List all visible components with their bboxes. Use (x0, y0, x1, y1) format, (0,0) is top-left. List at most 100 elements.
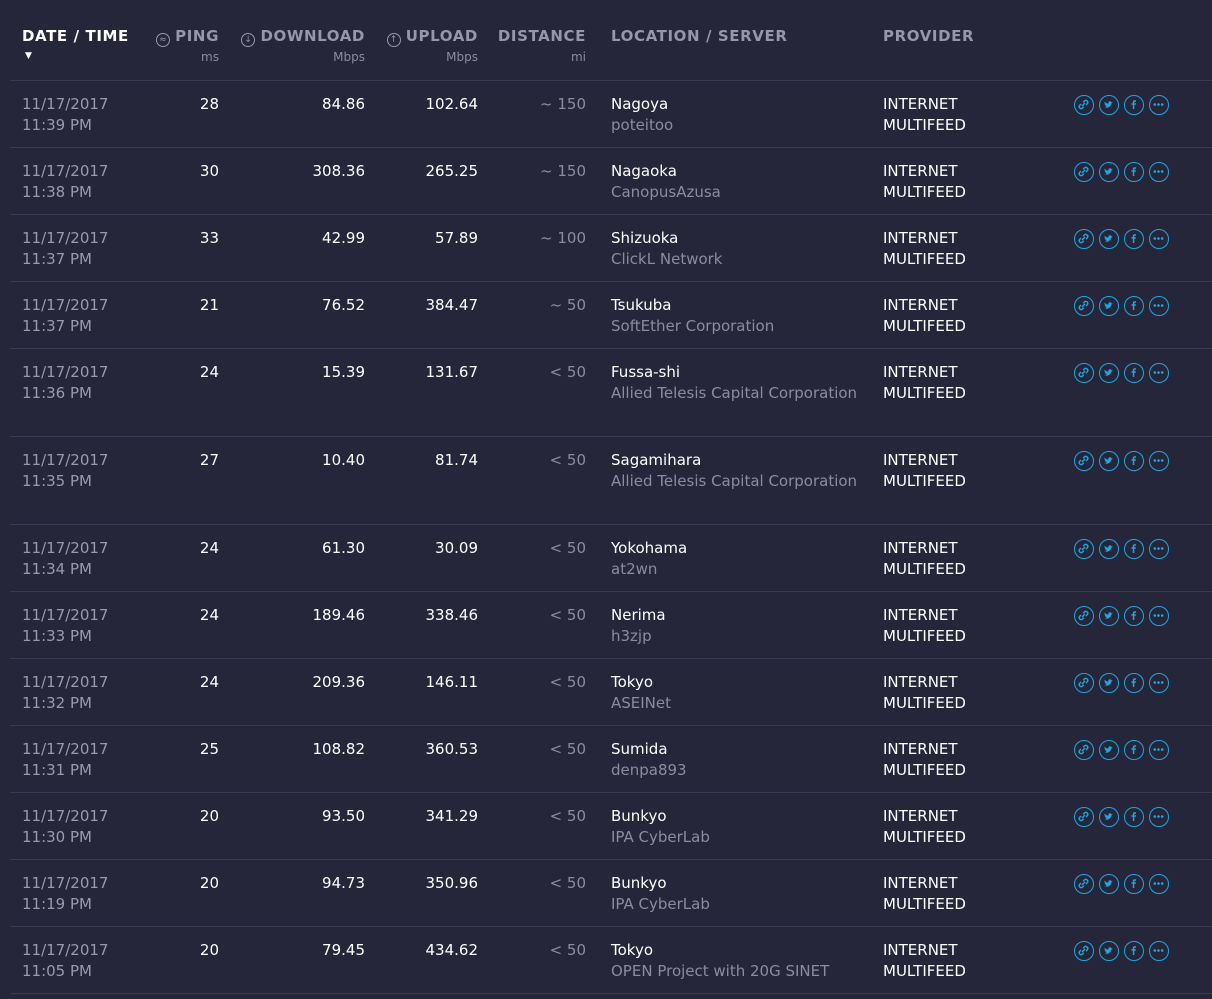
results-table-header: DATE / TIME ▼ ≈ PING ms ↓ DOWNLOAD Mbps ↑ U… (0, 0, 1212, 80)
distance-cell: < 50 (550, 672, 586, 693)
facebook-icon[interactable] (1124, 95, 1144, 115)
column-header-download[interactable]: ↓ DOWNLOAD (241, 27, 365, 47)
provider-cell: INTERNET MULTIFEED (883, 806, 1023, 848)
location-server: IPA CyberLab (611, 895, 710, 913)
more-icon[interactable] (1149, 941, 1169, 961)
twitter-icon[interactable] (1099, 807, 1119, 827)
provider-cell: INTERNET MULTIFEED (883, 450, 1023, 492)
location-city: Nagaoka (611, 162, 677, 180)
table-row[interactable]: 11/17/2017 11:05 PM 20 79.45 434.62 < 50 Tokyo… (0, 927, 1212, 994)
time-text: 11:39 PM (22, 116, 92, 134)
facebook-icon[interactable] (1124, 451, 1144, 471)
link-icon[interactable] (1074, 606, 1094, 626)
twitter-icon[interactable] (1099, 606, 1119, 626)
link-icon[interactable] (1074, 229, 1094, 249)
more-icon[interactable] (1149, 296, 1169, 316)
more-icon[interactable] (1149, 363, 1169, 383)
link-icon[interactable] (1074, 539, 1094, 559)
provider-cell: INTERNET MULTIFEED (883, 94, 1023, 136)
more-icon[interactable] (1149, 606, 1169, 626)
table-row[interactable]: 11/17/2017 11:33 PM 24 189.46 338.46 < 50 Neri… (0, 592, 1212, 659)
ping-cell: 25 (200, 739, 219, 760)
facebook-icon[interactable] (1124, 807, 1144, 827)
download-cell: 108.82 (313, 739, 366, 760)
twitter-icon[interactable] (1099, 95, 1119, 115)
column-header-upload[interactable]: ↑ UPLOAD (386, 27, 478, 47)
link-icon[interactable] (1074, 673, 1094, 693)
more-icon[interactable] (1149, 673, 1169, 693)
table-row[interactable]: 11/17/2017 11:35 PM 27 10.40 81.74 < 50 Sagami… (0, 437, 1212, 525)
facebook-icon[interactable] (1124, 296, 1144, 316)
link-icon[interactable] (1074, 941, 1094, 961)
more-icon[interactable] (1149, 162, 1169, 182)
time-text: 11:37 PM (22, 317, 92, 335)
table-row[interactable]: 11/17/2017 11:19 PM 20 94.73 350.96 < 50 Bunky… (0, 860, 1212, 927)
provider-line-2: MULTIFEED (883, 828, 966, 846)
link-icon[interactable] (1074, 740, 1094, 760)
facebook-icon[interactable] (1124, 162, 1144, 182)
link-icon[interactable] (1074, 363, 1094, 383)
twitter-icon[interactable] (1099, 874, 1119, 894)
table-row[interactable]: 11/17/2017 11:37 PM 33 42.99 57.89 ~ 100 Shizu… (0, 215, 1212, 282)
twitter-icon[interactable] (1099, 539, 1119, 559)
more-icon[interactable] (1149, 451, 1169, 471)
facebook-icon[interactable] (1124, 363, 1144, 383)
facebook-icon[interactable] (1124, 673, 1144, 693)
facebook-icon[interactable] (1124, 874, 1144, 894)
more-icon[interactable] (1149, 874, 1169, 894)
table-row[interactable]: 11/17/2017 11:34 PM 24 61.30 30.09 < 50 Yokoha… (0, 525, 1212, 592)
location-city: Bunkyo (611, 807, 667, 825)
link-icon[interactable] (1074, 162, 1094, 182)
table-row[interactable]: 11/17/2017 11:37 PM 21 76.52 384.47 ~ 50 Tsuku… (0, 282, 1212, 349)
facebook-icon[interactable] (1124, 539, 1144, 559)
link-icon[interactable] (1074, 874, 1094, 894)
table-row[interactable]: 11/17/2017 11:31 PM 25 108.82 360.53 < 50 Sumi… (0, 726, 1212, 793)
twitter-icon[interactable] (1099, 451, 1119, 471)
twitter-icon[interactable] (1099, 740, 1119, 760)
table-row[interactable]: 11/17/2017 11:32 PM 24 209.36 146.11 < 50 Toky… (0, 659, 1212, 726)
location-city: Nagoya (611, 95, 669, 113)
link-icon[interactable] (1074, 451, 1094, 471)
column-header-date-time[interactable]: DATE / TIME (22, 27, 129, 45)
twitter-icon[interactable] (1099, 162, 1119, 182)
column-header-distance[interactable]: DISTANCE (498, 27, 586, 45)
facebook-icon[interactable] (1124, 941, 1144, 961)
sort-descending-icon[interactable]: ▼ (25, 51, 32, 61)
twitter-icon[interactable] (1099, 229, 1119, 249)
location-cell: Sagamihara Allied Telesis Capital Corpora… (611, 450, 861, 492)
table-row[interactable]: 11/17/2017 11:39 PM 28 84.86 102.64 ~ 150 Nago… (0, 81, 1212, 148)
more-icon[interactable] (1149, 539, 1169, 559)
provider-line-2: MULTIFEED (883, 560, 966, 578)
ping-icon: ≈ (156, 33, 171, 47)
twitter-icon[interactable] (1099, 363, 1119, 383)
column-header-location[interactable]: LOCATION / SERVER (611, 27, 787, 45)
provider-line-1: INTERNET (883, 874, 958, 892)
location-server: h3zjp (611, 627, 652, 645)
twitter-icon[interactable] (1099, 673, 1119, 693)
more-icon[interactable] (1149, 229, 1169, 249)
twitter-icon[interactable] (1099, 941, 1119, 961)
twitter-icon[interactable] (1099, 296, 1119, 316)
time-text: 11:30 PM (22, 828, 92, 846)
ping-value: 24 (199, 539, 219, 557)
more-icon[interactable] (1149, 740, 1169, 760)
location-server: CanopusAzusa (611, 183, 721, 201)
column-header-provider[interactable]: PROVIDER (883, 27, 974, 45)
download-value: 15.39 (322, 363, 365, 381)
more-icon[interactable] (1149, 95, 1169, 115)
provider-line-2: MULTIFEED (883, 627, 966, 645)
link-icon[interactable] (1074, 807, 1094, 827)
facebook-icon[interactable] (1124, 229, 1144, 249)
facebook-icon[interactable] (1124, 740, 1144, 760)
table-row[interactable]: 11/17/2017 11:38 PM 30 308.36 265.25 ~ 150 Nag… (0, 148, 1212, 215)
table-row[interactable]: 11/17/2017 11:36 PM 24 15.39 131.67 < 50 Fussa… (0, 349, 1212, 437)
upload-cell: 265.25 (426, 161, 479, 182)
more-icon[interactable] (1149, 807, 1169, 827)
ping-value: 24 (199, 673, 219, 691)
provider-line-1: INTERNET (883, 296, 958, 314)
link-icon[interactable] (1074, 95, 1094, 115)
table-row[interactable]: 11/17/2017 11:30 PM 20 93.50 341.29 < 50 Bunky… (0, 793, 1212, 860)
link-icon[interactable] (1074, 296, 1094, 316)
facebook-icon[interactable] (1124, 606, 1144, 626)
column-header-ping[interactable]: ≈ PING (156, 27, 219, 47)
